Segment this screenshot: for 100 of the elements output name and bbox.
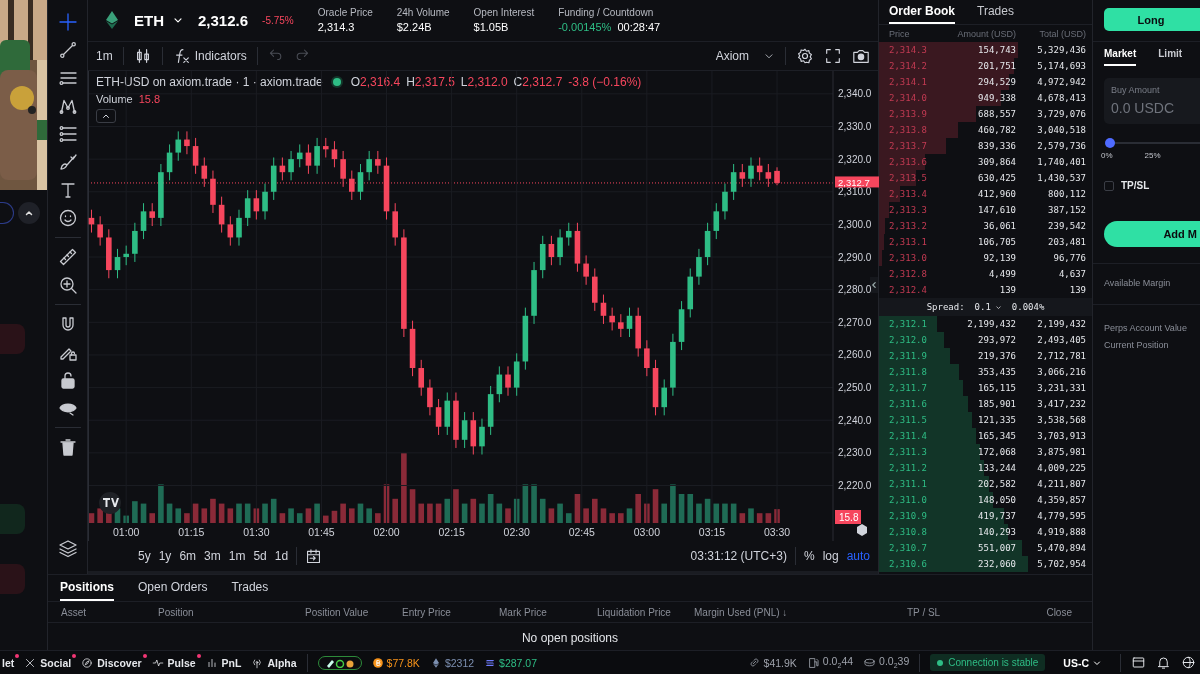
axis-label: 2,230.0 <box>838 447 872 459</box>
info-label: Perps Account Value <box>1104 323 1188 333</box>
range-button[interactable]: 1d <box>274 549 289 564</box>
range-button[interactable]: 1m <box>228 549 246 564</box>
column-header: TP / SL <box>907 606 942 618</box>
amount-cell-text: 232,060 <box>977 559 1016 569</box>
amount-field[interactable]: Buy Amount 0.0 USDC <box>1104 78 1200 124</box>
axis-label: 02:00 <box>373 526 400 539</box>
price-cell-text: 2,314.2 <box>889 61 928 71</box>
tab[interactable]: Open Orders <box>138 575 208 601</box>
axis-label: 2,240.0 <box>838 415 872 427</box>
price-cell-text: 2,313.4 <box>889 189 928 199</box>
total-cell-text: 1,430,537 <box>1036 173 1086 183</box>
price-cell-text: 2,312.8 <box>889 269 928 279</box>
indicators-button[interactable]: Indicators <box>172 46 247 65</box>
amount-cell-text: 688,557 <box>977 109 1016 119</box>
price-cell-text: 2,314.1 <box>889 77 928 87</box>
info-label: Available Margin <box>1104 278 1172 288</box>
price-cell-text: 2,313.0 <box>889 253 928 263</box>
scale-toggle[interactable]: auto <box>846 549 870 564</box>
scale-toggle[interactable]: % <box>803 549 815 564</box>
total-cell-text: 4,919,888 <box>1036 527 1086 537</box>
axis-label: 2,340.0 <box>838 88 872 100</box>
range-button[interactable]: 5y <box>138 549 151 564</box>
amount-cell-text: 201,751 <box>977 61 1016 71</box>
ohlc-values: O2,316.4 H2,317.5 L2,312.0 C2,312.7 -3.8 (−0.16%) <box>350 75 642 90</box>
axis-label: 2,310.0 <box>838 186 872 198</box>
nav-item[interactable]: Social <box>40 656 72 669</box>
slider-tick-label: 0% <box>1101 151 1113 160</box>
axis-label: 02:45 <box>568 526 595 539</box>
amount-input[interactable]: 0.0 USDC <box>1111 100 1200 116</box>
checkbox-label: TP/SL <box>1121 180 1150 191</box>
column-header: Entry Price <box>402 606 452 618</box>
stat-label: Oracle Price <box>317 7 373 19</box>
axis-label: 2,260.0 <box>838 349 872 361</box>
tab[interactable]: Trades <box>977 0 1014 24</box>
volume-label: Volume <box>96 93 133 106</box>
axis-label: 2,220.0 <box>838 480 872 492</box>
nav-item[interactable]: Alpha <box>267 656 297 669</box>
region-selector[interactable]: US-C <box>1055 656 1110 669</box>
column-header: Close <box>1045 606 1072 618</box>
price-cell-text: 2,311.6 <box>889 399 928 409</box>
amount-cell-text: 551,007 <box>977 543 1016 553</box>
network-stat: 0.0$_{2}$39 <box>879 655 910 670</box>
add-margin-button[interactable]: Add M <box>1104 221 1200 247</box>
empty-message: No open positions <box>521 631 619 645</box>
price-cell-text: 2,311.8 <box>889 367 928 377</box>
order-type-tab[interactable]: Market <box>1104 48 1137 66</box>
total-cell-text: 3,703,913 <box>1036 431 1086 441</box>
network-stat: $41.9K <box>763 656 797 669</box>
amount-cell-text: 139 <box>998 285 1016 295</box>
axis-label: 02:15 <box>438 526 465 539</box>
axis-label: 01:30 <box>243 526 270 539</box>
long-button[interactable]: Long <box>1104 8 1200 31</box>
price-cell-text: 2,311.1 <box>889 479 928 489</box>
total-cell-text: 3,729,076 <box>1036 109 1086 119</box>
price-cell-text: 2,312.4 <box>889 285 928 295</box>
last-price: 2,312.6 <box>198 11 249 29</box>
tab[interactable]: Positions <box>60 575 114 601</box>
range-button[interactable]: 1y <box>158 549 172 564</box>
axis-label: 2,290.0 <box>838 251 872 263</box>
layout-dropdown[interactable]: Axiom <box>715 48 775 63</box>
amount-cell-text: 949,338 <box>977 93 1016 103</box>
total-cell-text: 3,066,216 <box>1036 367 1086 377</box>
total-cell-text: 203,481 <box>1047 237 1086 247</box>
amount-cell-text: 121,335 <box>977 415 1016 425</box>
amount-cell-text: 839,336 <box>977 141 1016 151</box>
range-button[interactable]: 5d <box>253 549 267 564</box>
total-cell-text: 4,359,857 <box>1036 495 1086 505</box>
tab[interactable]: Order Book <box>889 0 955 24</box>
amount-cell-text: 133,244 <box>977 463 1016 473</box>
symbol-selector[interactable]: ETH <box>106 11 184 30</box>
connection-status: Connection is stable <box>930 654 1046 671</box>
spread-percent: 0.004% <box>1011 302 1045 312</box>
field-label: Buy Amount <box>1111 85 1161 95</box>
nav-item[interactable]: let <box>2 656 15 669</box>
stat-value: -0.00145% <box>558 21 612 34</box>
total-cell-text: 4,779,595 <box>1036 511 1086 521</box>
nav-item[interactable]: PnL <box>221 656 242 669</box>
range-button[interactable]: 6m <box>179 549 197 564</box>
nav-item[interactable]: Discover <box>97 656 142 669</box>
total-cell-text: 4,211,807 <box>1036 479 1086 489</box>
price-cell-text: 2,313.9 <box>889 109 928 119</box>
interval-button[interactable]: 1m <box>96 48 113 63</box>
axis-label: 2,280.0 <box>838 284 872 296</box>
column-header: Liquidation Price <box>597 606 672 618</box>
total-cell-text: 1,740,401 <box>1036 157 1086 167</box>
axis-label: 2,300.0 <box>838 219 872 231</box>
spread-dropdown[interactable]: 0.1 <box>974 302 1002 312</box>
tab[interactable]: Trades <box>231 575 269 601</box>
amount-cell-text: 293,972 <box>977 335 1016 345</box>
order-type-tab[interactable]: Limit <box>1158 48 1183 66</box>
amount-cell-text: 2,199,432 <box>966 319 1016 329</box>
nav-item[interactable]: Pulse <box>167 656 196 669</box>
range-button[interactable]: 3m <box>204 549 221 564</box>
price-cell-text: 2,313.5 <box>889 173 928 183</box>
price-cell-text: 2,313.1 <box>889 237 928 247</box>
scale-toggle[interactable]: log <box>822 549 839 564</box>
total-cell-text: 3,538,568 <box>1036 415 1086 425</box>
axis-label: 03:30 <box>763 526 791 539</box>
